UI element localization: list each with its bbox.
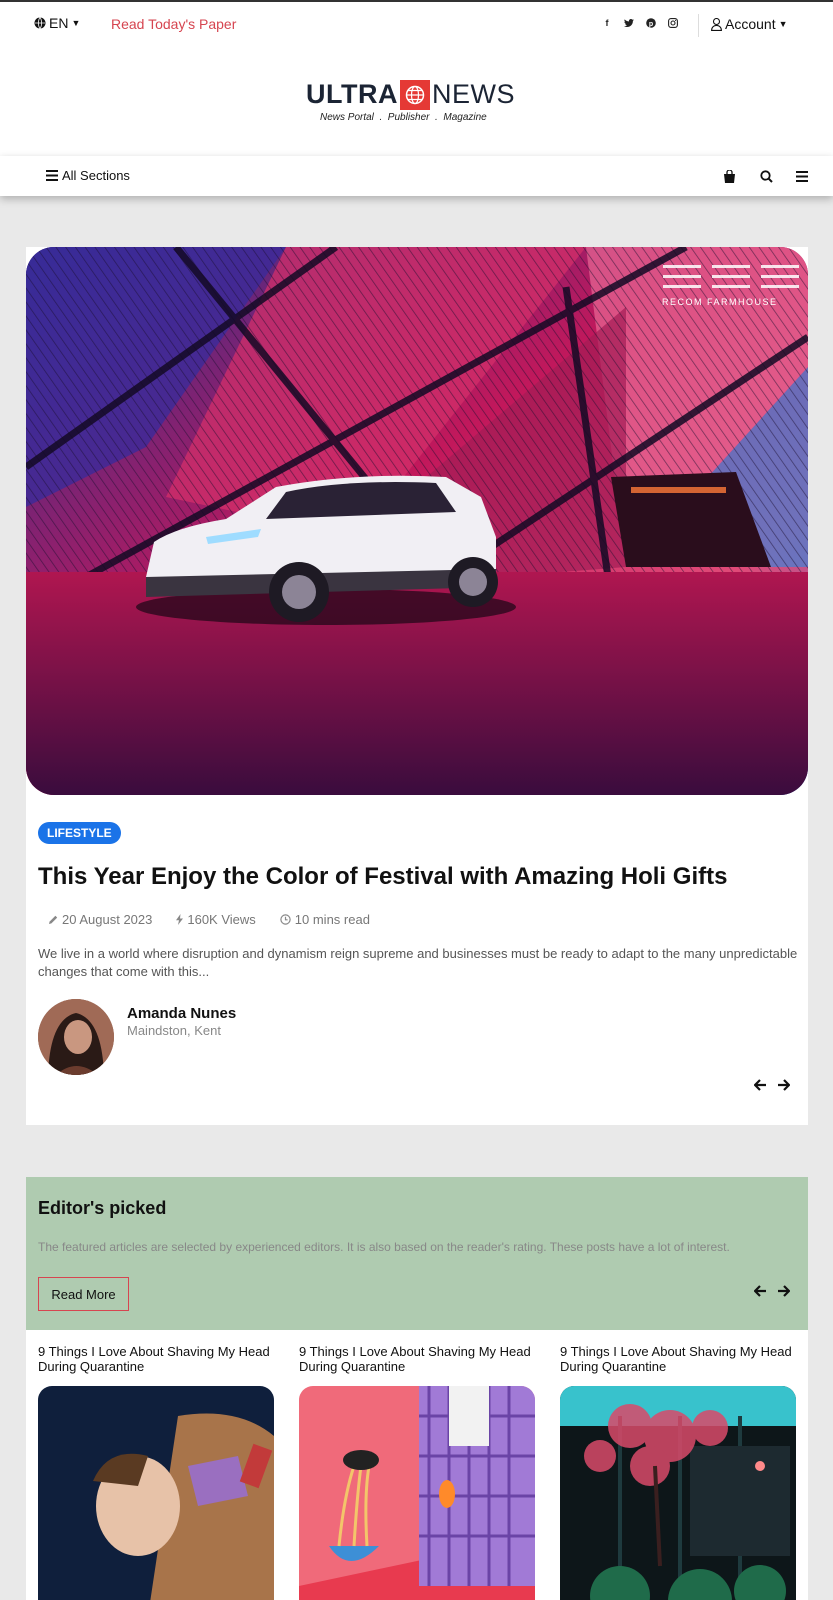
hero-image[interactable]: RECOM FARMHOUSE <box>26 247 808 795</box>
read-todays-paper-link[interactable]: Read Today's Paper <box>111 16 236 32</box>
social-links: f p <box>600 16 680 30</box>
logo-news-text: NEWS <box>431 79 515 109</box>
facebook-icon[interactable]: f <box>600 16 614 30</box>
featured-article-card: RECOM FARMHOUSE LIFESTYLE This Year Enjo… <box>26 247 808 1125</box>
pencil-icon <box>49 915 58 924</box>
masthead: ULTRA NEWS News Portal . Publisher . Mag… <box>0 46 833 156</box>
read-more-button[interactable]: Read More <box>38 1277 129 1311</box>
hero-illustration: RECOM FARMHOUSE <box>26 247 808 795</box>
language-selector[interactable]: EN ▼ <box>34 15 80 31</box>
clock-icon <box>280 914 291 925</box>
arrow-right-icon[interactable] <box>777 1284 791 1301</box>
feature-slider-arrows <box>753 1078 791 1095</box>
author-avatar[interactable] <box>38 999 114 1075</box>
views-text: 160K Views <box>187 912 256 927</box>
top-bar: EN ▼ Read Today's Paper f p Account ▼ <box>0 0 833 46</box>
pick-image[interactable] <box>38 1386 274 1600</box>
article-excerpt: We live in a world where disruption and … <box>38 946 798 979</box>
pick-title[interactable]: 9 Things I Love About Shaving My Head Du… <box>560 1344 796 1374</box>
caret-down-icon: ▼ <box>778 19 788 29</box>
main-nav: All Sections <box>0 156 833 196</box>
hero-watermark: RECOM FARMHOUSE <box>662 297 778 307</box>
all-sections-button[interactable]: All Sections <box>46 168 130 183</box>
caret-down-icon: ▼ <box>71 18 81 28</box>
twitter-icon[interactable] <box>622 16 636 30</box>
meta-read-time: 10 mins read <box>280 912 370 927</box>
pick-image[interactable] <box>560 1386 796 1600</box>
pick-image[interactable] <box>299 1386 535 1600</box>
author-location: Maindston, Kent <box>127 1023 221 1038</box>
all-sections-label: All Sections <box>62 168 130 183</box>
article-headline[interactable]: This Year Enjoy the Color of Festival wi… <box>38 863 798 891</box>
arrow-left-icon[interactable] <box>753 1284 767 1301</box>
meta-date: 20 August 2023 <box>48 912 152 927</box>
logo-globe-icon <box>399 79 430 110</box>
site-logo[interactable]: ULTRA NEWS <box>306 79 515 110</box>
search-icon[interactable] <box>757 167 775 185</box>
date-text: 20 August 2023 <box>62 912 153 927</box>
svg-text:p: p <box>649 21 653 28</box>
editors-picked-section: Editor's picked The featured articles ar… <box>26 1177 808 1330</box>
instagram-icon[interactable] <box>666 16 680 30</box>
account-label: Account <box>725 16 776 32</box>
logo-tagline: News Portal . Publisher . Magazine <box>320 112 487 123</box>
meta-views: 160K Views <box>176 912 256 927</box>
shopping-bag-icon[interactable] <box>720 167 738 185</box>
editors-slider-arrows <box>753 1284 791 1301</box>
language-label: EN <box>49 15 69 31</box>
menu-icon[interactable] <box>793 167 811 185</box>
bars-icon <box>46 170 58 181</box>
globe-icon <box>34 17 46 29</box>
pick-title[interactable]: 9 Things I Love About Shaving My Head Du… <box>299 1344 535 1374</box>
read-time-text: 10 mins read <box>294 912 370 927</box>
author-name[interactable]: Amanda Nunes <box>127 1005 236 1022</box>
account-menu[interactable]: Account ▼ <box>711 16 788 32</box>
category-tag[interactable]: LIFESTYLE <box>38 822 121 844</box>
article-meta: 20 August 2023 160K Views 10 mins read <box>48 912 370 927</box>
pick-title[interactable]: 9 Things I Love About Shaving My Head Du… <box>38 1344 274 1374</box>
logo-ultra-text: ULTRA <box>306 79 398 109</box>
section-description: The featured articles are selected by ex… <box>38 1240 730 1254</box>
user-icon <box>711 17 722 31</box>
topbar-divider <box>698 14 699 37</box>
arrow-left-icon[interactable] <box>753 1078 767 1095</box>
pinterest-icon[interactable]: p <box>644 16 658 30</box>
section-title: Editor's picked <box>38 1198 167 1218</box>
bolt-icon <box>176 914 184 925</box>
picks-list: 9 Things I Love About Shaving My Head Du… <box>26 1330 808 1600</box>
arrow-right-icon[interactable] <box>777 1078 791 1095</box>
